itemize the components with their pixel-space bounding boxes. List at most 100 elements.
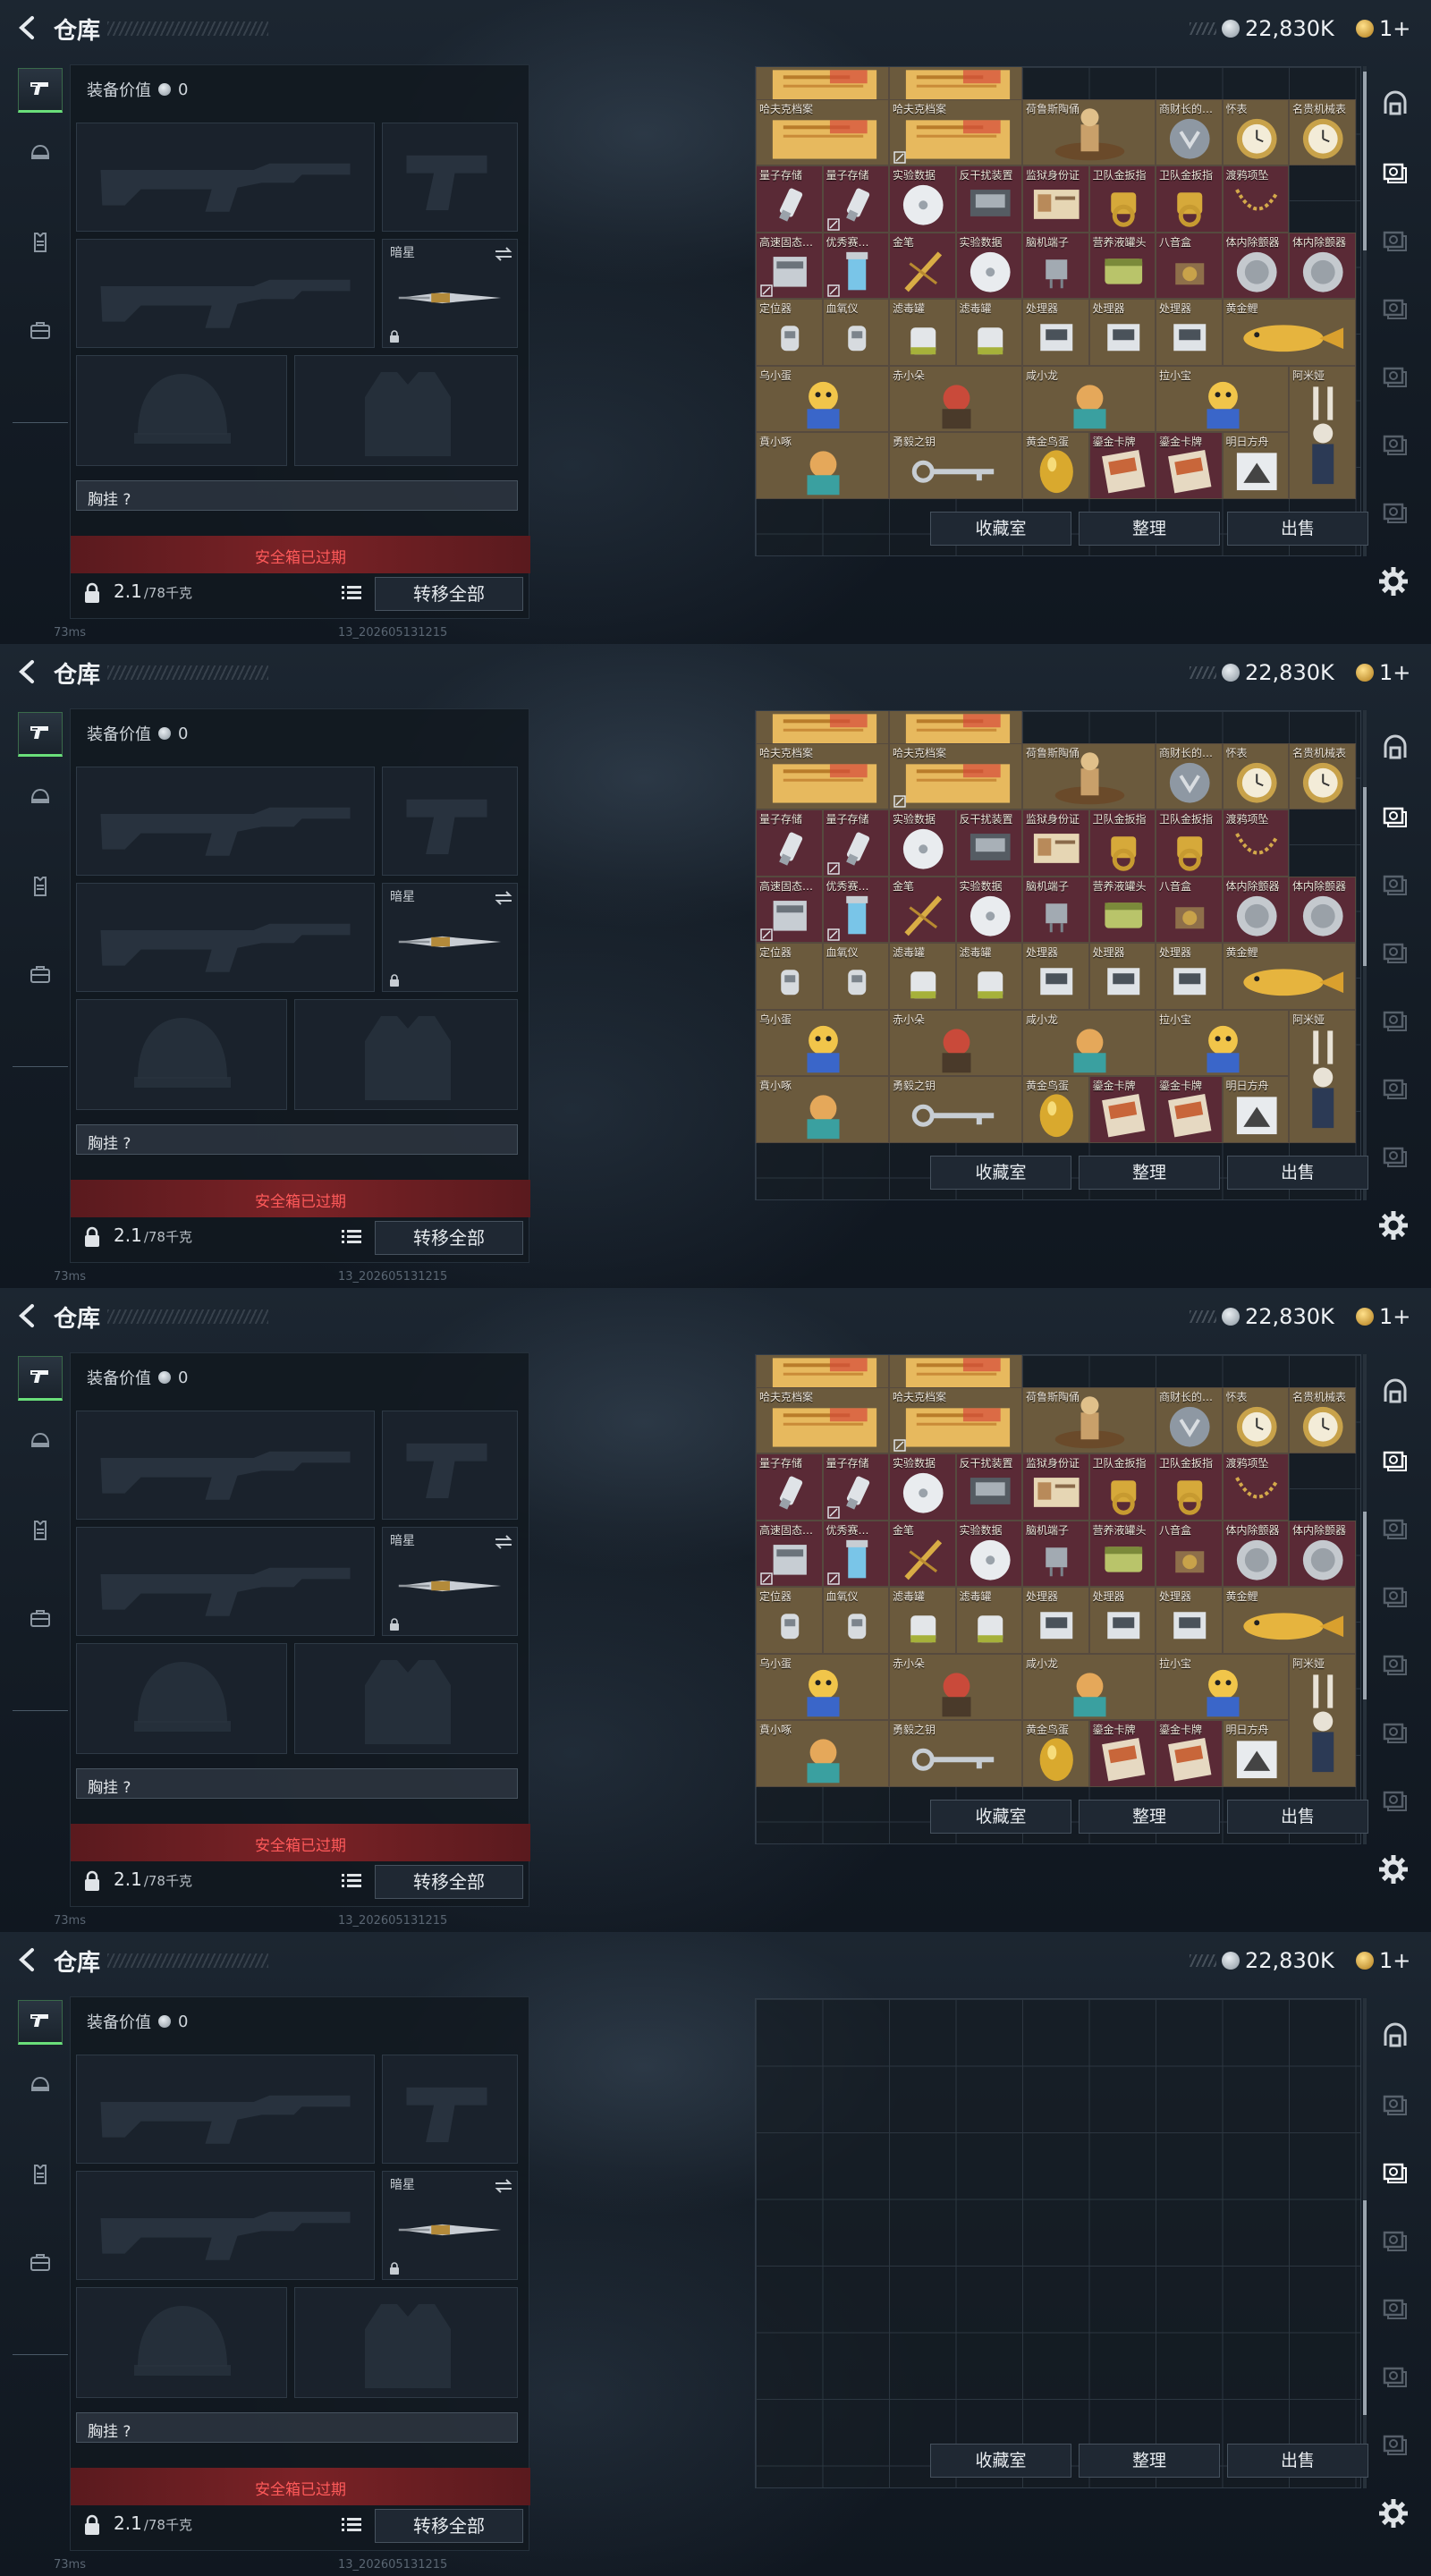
stash-item[interactable]: 监狱身份证 xyxy=(1022,809,1089,877)
stash-item[interactable]: 血氧仪 xyxy=(822,1587,889,1654)
container-tab[interactable] xyxy=(1376,358,1415,397)
safe-tab[interactable] xyxy=(1376,1374,1415,1413)
stash-item[interactable]: 勇毅之钥 xyxy=(889,432,1022,499)
stash-item[interactable]: 乌小蛋 xyxy=(756,1009,889,1077)
container-tab[interactable] xyxy=(1376,290,1415,329)
pistol-slot[interactable] xyxy=(382,123,518,232)
stash-grid[interactable]: 哈夫克档案哈夫克档案哈夫克档案哈夫克档案荷鲁斯陶俑商财长的…怀表名贵机械表量子存… xyxy=(755,1354,1361,1844)
stash-item[interactable]: 定位器 xyxy=(756,299,823,366)
stash-item[interactable]: 哈夫克档案 xyxy=(889,1386,1022,1454)
stash-item[interactable]: 荷鲁斯陶俑 xyxy=(1022,742,1156,810)
stash-grid[interactable]: 哈夫克档案哈夫克档案哈夫克档案哈夫克档案荷鲁斯陶俑商财长的…怀表名贵机械表量子存… xyxy=(755,66,1361,556)
nav-armor[interactable] xyxy=(18,132,63,177)
sell-button[interactable]: 出售 xyxy=(1227,1800,1368,1834)
container-tab[interactable] xyxy=(1376,1646,1415,1685)
silver-currency[interactable]: 22,830K xyxy=(1190,1302,1334,1331)
stash-item[interactable]: 量子存储 xyxy=(756,809,823,877)
stash-item[interactable]: 量子存储 xyxy=(756,1453,823,1521)
container-tab[interactable] xyxy=(1376,2154,1415,2193)
stash-item[interactable]: 八音盒 xyxy=(1156,1520,1223,1588)
stash-item[interactable]: 营养液罐头 xyxy=(1088,232,1156,300)
stash-item[interactable]: 脑机端子 xyxy=(1022,1520,1089,1588)
nav-armor[interactable] xyxy=(18,1420,63,1465)
stash-item[interactable]: 卫队金扳指 xyxy=(1156,1453,1223,1521)
stash-item[interactable]: 处理器 xyxy=(1022,1587,1089,1654)
container-tab[interactable] xyxy=(1376,2290,1415,2329)
stash-item[interactable]: 量子存储 xyxy=(756,165,823,233)
safe-box-expired-bar[interactable]: 安全箱已过期 xyxy=(71,2468,530,2505)
stash-item[interactable]: 鎏金卡牌 xyxy=(1156,1720,1223,1787)
stash-item[interactable]: 实验数据 xyxy=(955,1520,1022,1588)
organize-button[interactable]: 整理 xyxy=(1079,1800,1220,1834)
pistol-slot[interactable] xyxy=(382,1411,518,1520)
nav-rig[interactable] xyxy=(18,1510,63,1555)
silver-currency[interactable]: 22,830K xyxy=(1190,658,1334,687)
stash-item[interactable]: 量子存储 xyxy=(822,1453,889,1521)
stash-item[interactable]: 賁小啄 xyxy=(756,432,889,499)
stash-item[interactable]: 八音盒 xyxy=(1156,876,1223,944)
secondary-weapon-slot[interactable] xyxy=(76,883,375,992)
stash-item[interactable]: 鎏金卡牌 xyxy=(1088,1720,1156,1787)
stash-item[interactable]: 实验数据 xyxy=(889,809,956,877)
stash-item[interactable]: 哈夫克档案 xyxy=(756,742,889,810)
nav-loadout[interactable] xyxy=(18,712,63,757)
organize-button[interactable]: 整理 xyxy=(1079,2444,1220,2478)
stash-item[interactable]: 金笔 xyxy=(889,232,956,300)
swap-icon[interactable] xyxy=(494,2179,513,2193)
primary-weapon-slot[interactable] xyxy=(76,123,375,232)
container-tab[interactable] xyxy=(1376,1782,1415,1821)
stash-item[interactable]: 反干扰装置 xyxy=(955,809,1022,877)
stash-item[interactable]: 金笔 xyxy=(889,1520,956,1588)
nav-briefcase[interactable] xyxy=(18,309,63,354)
back-arrow-icon[interactable] xyxy=(13,657,43,687)
stash-item[interactable]: 量子存储 xyxy=(822,165,889,233)
nav-rig[interactable] xyxy=(18,2154,63,2199)
gold-currency[interactable]: 1+ xyxy=(1356,658,1410,687)
stash-item[interactable]: 实验数据 xyxy=(889,165,956,233)
primary-weapon-slot[interactable] xyxy=(76,767,375,876)
stash-item[interactable]: 实验数据 xyxy=(889,1453,956,1521)
nav-rig[interactable] xyxy=(18,866,63,911)
stash-item[interactable]: 鎏金卡牌 xyxy=(1156,432,1223,499)
stash-item[interactable]: 血氧仪 xyxy=(822,299,889,366)
stash-item[interactable]: 拉小宝 xyxy=(1156,365,1289,433)
stash-item[interactable]: 荷鲁斯陶俑 xyxy=(1022,98,1156,166)
stash-item[interactable]: 怀表 xyxy=(1222,98,1289,166)
stash-item[interactable]: 乌小蛋 xyxy=(756,1653,889,1721)
stash-item[interactable]: 体内除颤器 xyxy=(1289,1520,1356,1588)
safe-box-expired-bar[interactable]: 安全箱已过期 xyxy=(71,536,530,573)
stash-grid[interactable]: 哈夫克档案哈夫克档案哈夫克档案哈夫克档案荷鲁斯陶俑商财长的…怀表名贵机械表量子存… xyxy=(755,710,1361,1200)
stash-item[interactable]: 商财长的… xyxy=(1156,742,1223,810)
container-tab[interactable] xyxy=(1376,2426,1415,2465)
pistol-slot[interactable] xyxy=(382,2055,518,2164)
swap-icon[interactable] xyxy=(494,1535,513,1549)
stash-item[interactable]: 处理器 xyxy=(1088,943,1156,1010)
stash-item[interactable]: 八音盒 xyxy=(1156,232,1223,300)
stash-item[interactable]: 定位器 xyxy=(756,943,823,1010)
safe-tab[interactable] xyxy=(1376,2018,1415,2057)
pistol-slot[interactable] xyxy=(382,767,518,876)
safe-box-expired-bar[interactable]: 安全箱已过期 xyxy=(71,1824,530,1861)
container-tab[interactable] xyxy=(1376,2222,1415,2261)
list-icon[interactable] xyxy=(342,1872,361,1890)
stash-item[interactable]: 处理器 xyxy=(1088,1587,1156,1654)
armor-slot[interactable] xyxy=(294,355,518,466)
helmet-slot[interactable] xyxy=(76,2287,287,2398)
stash-item[interactable]: 金笔 xyxy=(889,876,956,944)
stash-scroll-thumb[interactable] xyxy=(1363,787,1367,966)
settings-gear-icon[interactable] xyxy=(1376,1208,1411,1243)
stash-item[interactable]: 商财长的… xyxy=(1156,98,1223,166)
transfer-all-button[interactable]: 转移全部 xyxy=(375,1865,523,1899)
collection-room-button[interactable]: 收藏室 xyxy=(930,2444,1071,2478)
stash-item[interactable]: 处理器 xyxy=(1088,299,1156,366)
stash-scroll-thumb[interactable] xyxy=(1363,1512,1367,1699)
stash-item[interactable]: 賁小啄 xyxy=(756,1720,889,1787)
stash-item[interactable]: 阿米娅 xyxy=(1289,1653,1356,1787)
stash-item[interactable]: 高速固态… xyxy=(756,876,823,944)
stash-item[interactable]: 卫队金扳指 xyxy=(1088,809,1156,877)
stash-item[interactable]: 阿米娅 xyxy=(1289,1009,1356,1143)
stash-item[interactable]: 体内除颤器 xyxy=(1222,1520,1289,1588)
silver-currency[interactable]: 22,830K xyxy=(1190,1946,1334,1975)
collection-room-button[interactable]: 收藏室 xyxy=(930,1156,1071,1190)
stash-item[interactable]: 赤小朵 xyxy=(889,365,1022,433)
